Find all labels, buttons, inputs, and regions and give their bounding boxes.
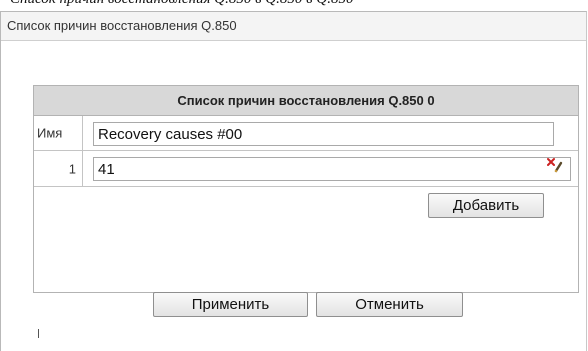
name-input[interactable] [93, 122, 554, 146]
row-index: 1 [68, 161, 76, 176]
name-label-cell: Имя [34, 116, 83, 150]
top-cut-off-text-label: Список причин восстановления Q.850 в Q.8… [10, 0, 354, 8]
panel-title: Список причин восстановления Q.850 [7, 18, 237, 33]
add-row: Добавить [34, 187, 578, 223]
table-header: Список причин восстановления Q.850 0 [34, 86, 578, 116]
top-cut-off-text: Список причин восстановления Q.850 в Q.8… [0, 0, 588, 8]
apply-button[interactable]: Применить [153, 292, 308, 317]
recovery-causes-table: Список причин восстановления Q.850 0 Имя… [33, 85, 579, 293]
row-index-cell: 1 [34, 151, 83, 186]
delete-pencil-icon[interactable] [547, 157, 563, 173]
name-row: Имя [34, 116, 578, 151]
cause-value-input[interactable] [93, 157, 571, 181]
add-button[interactable]: Добавить [428, 193, 544, 218]
cancel-button[interactable]: Отменить [316, 292, 463, 317]
panel-edge [38, 329, 39, 338]
panel-header: Список причин восстановления Q.850 [1, 12, 586, 41]
name-label: Имя [37, 125, 63, 141]
table-row: 1 [34, 151, 578, 187]
